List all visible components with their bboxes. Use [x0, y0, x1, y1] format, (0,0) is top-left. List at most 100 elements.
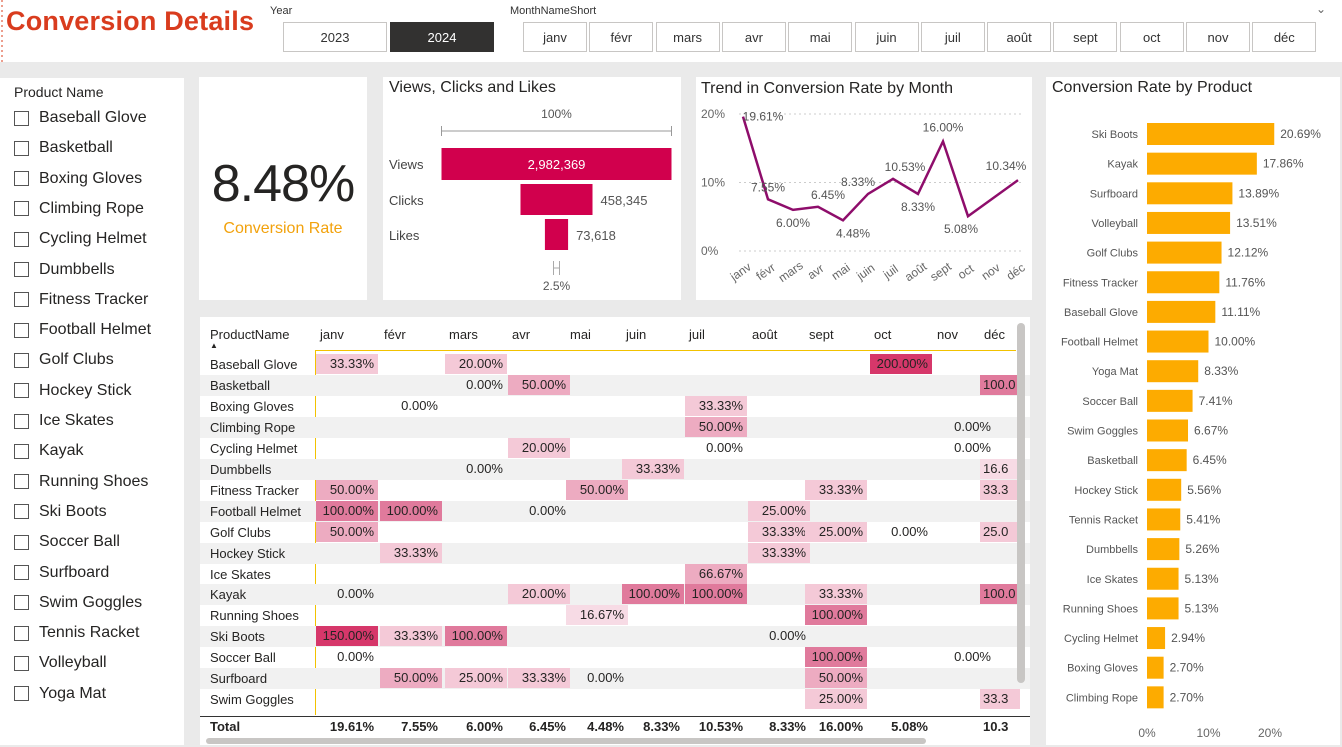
matrix-row-label[interactable]: Running Shoes [210, 608, 299, 623]
matrix-cell[interactable] [980, 417, 1020, 437]
matrix-cell[interactable]: 33.33% [748, 542, 810, 563]
product-checkbox-item[interactable]: Ski Boots [14, 501, 107, 523]
matrix-cell[interactable] [805, 438, 867, 458]
matrix-cell[interactable] [622, 438, 684, 458]
matrix-cell[interactable] [508, 543, 570, 563]
matrix-cell[interactable]: 16.6 [980, 458, 1020, 479]
matrix-cell[interactable] [805, 564, 867, 584]
matrix-cell[interactable] [805, 543, 867, 563]
month-tile-nov[interactable]: nov [1186, 22, 1250, 52]
matrix-cell[interactable] [380, 647, 442, 667]
matrix-cell[interactable] [380, 605, 442, 625]
matrix-cell[interactable] [566, 689, 628, 709]
matrix-cell[interactable] [870, 543, 932, 563]
matrix-cell[interactable] [316, 459, 378, 479]
matrix-row-label[interactable]: Kayak [210, 587, 246, 602]
matrix-col-header[interactable]: mars [449, 327, 478, 342]
matrix-cell[interactable] [980, 543, 1020, 563]
product-bar[interactable] [1147, 123, 1275, 145]
matrix-cell[interactable] [508, 396, 570, 416]
matrix-cell[interactable] [685, 689, 747, 709]
checkbox-icon[interactable] [14, 655, 29, 671]
checkbox-icon[interactable] [14, 140, 29, 156]
matrix-cell[interactable]: 0.00% [748, 626, 810, 646]
matrix-cell[interactable]: 0.00% [445, 375, 507, 395]
month-tile-août[interactable]: août [987, 22, 1052, 52]
checkbox-icon[interactable] [14, 565, 29, 580]
product-checkbox-item[interactable]: Volleyball [14, 652, 107, 674]
month-tile-avr[interactable]: avr [721, 22, 786, 52]
product-checkbox-item[interactable]: Baseball Glove [14, 107, 147, 129]
matrix-cell[interactable] [445, 543, 507, 563]
matrix-cell[interactable] [748, 605, 810, 625]
matrix-cell[interactable]: 33.33% [805, 584, 867, 605]
matrix-cell[interactable]: 100.00% [622, 584, 684, 605]
matrix-row-header[interactable]: ProductName [210, 327, 289, 342]
matrix-cell[interactable]: 33.33% [748, 521, 810, 542]
matrix-cell[interactable] [380, 480, 442, 500]
matrix-cell[interactable] [805, 417, 867, 437]
product-checkbox-item[interactable]: Yoga Mat [14, 683, 106, 705]
month-tile-mars[interactable]: mars [655, 22, 720, 52]
matrix-cell[interactable] [748, 689, 810, 709]
matrix-cell[interactable]: 33.3 [980, 689, 1020, 710]
matrix-row-label[interactable]: Cycling Helmet [210, 441, 297, 456]
matrix-cell[interactable] [805, 626, 867, 646]
matrix-cell[interactable]: 100.00% [685, 584, 747, 605]
checkbox-icon[interactable] [14, 201, 29, 217]
matrix-cell[interactable]: 25.0 [980, 521, 1020, 542]
sort-asc-icon[interactable]: ▲ [210, 341, 218, 350]
matrix-cell[interactable] [445, 396, 507, 416]
matrix-cell[interactable]: 0.00% [316, 584, 378, 604]
matrix-cell[interactable] [622, 605, 684, 625]
matrix-cell[interactable] [566, 543, 628, 563]
matrix-col-header[interactable]: sept [809, 327, 834, 342]
matrix-cell[interactable] [380, 584, 442, 604]
matrix-col-header[interactable]: janv [320, 327, 344, 342]
matrix-col-header[interactable]: oct [874, 327, 891, 342]
product-checkbox-item[interactable]: Fitness Tracker [14, 289, 148, 311]
matrix-cell[interactable] [870, 564, 932, 584]
matrix-cell[interactable] [508, 626, 570, 646]
checkbox-icon[interactable] [14, 292, 29, 308]
checkbox-icon[interactable] [14, 534, 29, 550]
matrix-row-label[interactable]: Soccer Ball [210, 650, 276, 665]
trend-line[interactable] [741, 116, 1019, 222]
matrix-cell[interactable] [445, 564, 507, 584]
checkbox-icon[interactable] [14, 171, 29, 187]
matrix-cell[interactable] [508, 417, 570, 437]
matrix-cell[interactable] [685, 480, 747, 500]
matrix-cell[interactable] [805, 501, 867, 521]
checkbox-icon[interactable] [14, 322, 29, 338]
matrix-col-header[interactable]: mai [570, 327, 591, 342]
matrix-cell[interactable] [622, 668, 684, 688]
checkbox-icon[interactable] [14, 231, 29, 247]
matrix-row-label[interactable]: Baseball Glove [210, 357, 297, 372]
product-bar[interactable] [1147, 538, 1180, 561]
matrix-cell[interactable] [445, 689, 507, 709]
matrix-cell[interactable] [566, 564, 628, 584]
matrix-row-label[interactable]: Boxing Gloves [210, 399, 294, 414]
matrix-cell[interactable] [316, 438, 378, 458]
matrix-cell[interactable] [748, 459, 810, 479]
matrix-cell[interactable] [566, 522, 628, 542]
matrix-cell[interactable] [566, 354, 628, 374]
matrix-cell[interactable] [980, 438, 1020, 458]
matrix-cell[interactable] [805, 375, 867, 395]
matrix-cell[interactable] [622, 417, 684, 437]
matrix-cell[interactable] [980, 626, 1020, 646]
matrix-cell[interactable] [445, 647, 507, 667]
matrix-row-label[interactable]: Ice Skates [210, 567, 271, 582]
matrix-cell[interactable]: 0.00% [445, 459, 507, 479]
matrix-cell[interactable] [380, 417, 442, 437]
matrix-cell[interactable] [566, 417, 628, 437]
checkbox-icon[interactable] [14, 474, 29, 490]
checkbox-icon[interactable] [14, 262, 29, 277]
product-checkbox-item[interactable]: Golf Clubs [14, 349, 114, 371]
matrix-cell[interactable] [316, 605, 378, 625]
matrix-col-header[interactable]: nov [937, 327, 958, 342]
matrix-cell[interactable] [980, 396, 1020, 416]
checkbox-icon[interactable] [14, 686, 29, 702]
matrix-cell[interactable] [748, 564, 810, 584]
matrix-cell[interactable] [870, 626, 932, 646]
